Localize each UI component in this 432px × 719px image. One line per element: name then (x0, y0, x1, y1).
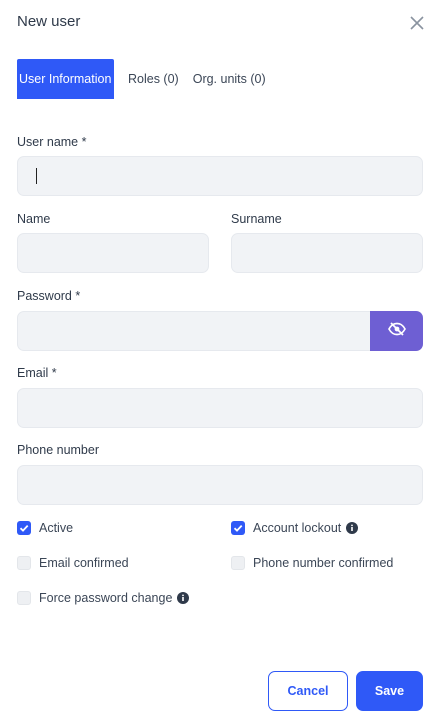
active-label: Active (39, 521, 74, 535)
phone-label: Phone number (17, 443, 100, 457)
checkbox-checked[interactable] (17, 521, 31, 535)
checkbox-unchecked[interactable] (231, 556, 245, 570)
email-confirmed-label: Email confirmed (39, 556, 129, 570)
info-icon[interactable] (177, 592, 190, 604)
checkbox-unchecked[interactable] (17, 556, 31, 570)
password-visibility-toggle[interactable] (370, 311, 423, 351)
username-input[interactable] (17, 156, 423, 196)
phone-confirmed-label: Phone number confirmed (253, 556, 394, 570)
account-lockout-checkbox[interactable]: Account lockout (231, 521, 359, 535)
checkbox-checked[interactable] (231, 521, 245, 535)
save-button[interactable]: Save (356, 671, 423, 711)
phone-confirmed-checkbox[interactable]: Phone number confirmed (231, 556, 393, 570)
tab-org-units[interactable]: Org. units (0) (186, 59, 273, 99)
phone-input[interactable] (17, 465, 423, 505)
tab-bar: User Information Roles (0) Org. units (0… (17, 59, 273, 99)
tab-user-information[interactable]: User Information (17, 59, 114, 99)
email-confirmed-checkbox[interactable]: Email confirmed (17, 556, 129, 570)
close-icon[interactable] (408, 14, 426, 32)
force-password-change-checkbox[interactable]: Force password change (17, 591, 190, 605)
email-input[interactable] (17, 388, 423, 428)
text-caret (36, 168, 37, 184)
name-input[interactable] (17, 233, 209, 273)
account-lockout-label: Account lockout (253, 521, 342, 535)
dialog-title: New user (17, 13, 81, 30)
active-checkbox[interactable]: Active (17, 521, 73, 535)
password-input[interactable] (17, 311, 371, 351)
info-icon[interactable] (346, 522, 359, 534)
cancel-button[interactable]: Cancel (268, 671, 348, 711)
surname-input[interactable] (231, 233, 423, 273)
password-label: Password * (17, 289, 81, 303)
tab-roles[interactable]: Roles (0) (114, 59, 186, 99)
name-label: Name (17, 212, 51, 226)
surname-label: Surname (231, 212, 282, 226)
email-label: Email * (17, 366, 57, 380)
force-password-change-label: Force password change (39, 591, 173, 605)
checkbox-unchecked[interactable] (17, 591, 31, 605)
username-label: User name * (17, 135, 87, 149)
eye-slash-icon (387, 321, 406, 341)
